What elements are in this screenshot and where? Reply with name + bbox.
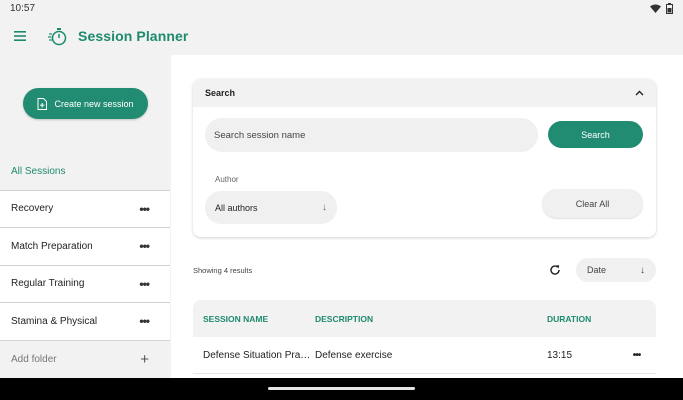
app-title: Session Planner (78, 28, 189, 44)
plus-icon: + (140, 350, 149, 368)
results-count: Showing 4 results (193, 265, 253, 275)
search-button[interactable]: Search (548, 121, 643, 148)
search-placeholder: Search session name (214, 129, 306, 141)
author-select-value: All authors (215, 202, 258, 213)
column-header-duration[interactable]: DURATION (547, 314, 617, 324)
column-header-session-name[interactable]: SESSION NAME (193, 314, 315, 324)
status-time: 10:57 (10, 3, 36, 14)
column-header-description[interactable]: DESCRIPTION (315, 314, 547, 324)
sidebar-item-label: Stamina & Physical (11, 315, 98, 327)
results-toolbar: Showing 4 results Date ↓ (193, 257, 656, 283)
clear-all-label: Clear All (575, 198, 610, 209)
chevron-up-icon[interactable] (635, 88, 644, 99)
search-panel-title: Search (205, 88, 236, 98)
description-cell: Defense exercise (315, 349, 393, 361)
arrow-down-icon: ↓ (640, 264, 645, 276)
hamburger-icon (14, 31, 26, 41)
sidebar-item-label: Match Preparation (11, 240, 93, 252)
author-label: Author (215, 175, 239, 184)
create-session-label: Create new session (54, 98, 134, 109)
sort-select-value: Date (587, 265, 607, 275)
session-name-cell: Defense Situation Practice (203, 349, 315, 361)
more-options-icon[interactable]: ••• (139, 239, 150, 253)
sort-select[interactable]: Date ↓ (576, 258, 656, 282)
table-row[interactable]: Defense Situation Practice Defense exerc… (193, 337, 656, 374)
sidebar-item-regular-training[interactable]: Regular Training ••• (0, 265, 170, 303)
app-bar: Session Planner (0, 17, 683, 55)
stopwatch-logo-icon (47, 25, 69, 47)
folder-list: All Sessions Recovery ••• Match Preparat… (0, 153, 170, 378)
wifi-icon (650, 4, 661, 13)
sessions-table: SESSION NAME DESCRIPTION DURATION Defens… (193, 300, 656, 374)
sidebar-item-label: Recovery (11, 203, 54, 215)
sidebar: Create new session All Sessions Recovery… (0, 55, 170, 378)
more-options-icon[interactable]: ••• (139, 277, 150, 291)
sidebar-item-label: Regular Training (11, 278, 85, 290)
sidebar-item-match-preparation[interactable]: Match Preparation ••• (0, 228, 170, 266)
arrow-down-icon: ↓ (322, 202, 327, 213)
search-input[interactable]: Search session name (205, 118, 538, 152)
clear-all-button[interactable]: Clear All (542, 189, 643, 218)
sidebar-item-recovery[interactable]: Recovery ••• (0, 190, 170, 228)
more-options-icon[interactable]: ••• (617, 350, 656, 361)
create-session-button[interactable]: Create new session (23, 88, 148, 119)
system-navigation-bar (0, 378, 683, 400)
sidebar-item-stamina-physical[interactable]: Stamina & Physical ••• (0, 303, 170, 341)
search-button-label: Search (581, 129, 610, 140)
more-options-icon[interactable]: ••• (139, 314, 150, 328)
duration-cell: 13:15 (547, 349, 573, 361)
author-select[interactable]: All authors ↓ (205, 191, 337, 224)
battery-icon (666, 3, 673, 14)
menu-button[interactable] (2, 18, 38, 54)
search-panel-header[interactable]: Search (193, 79, 656, 107)
main-content: Search Search session name Search Author… (171, 55, 683, 378)
new-document-icon (37, 97, 48, 110)
status-bar: 10:57 (0, 0, 683, 17)
table-header: SESSION NAME DESCRIPTION DURATION (193, 300, 656, 337)
add-folder-label: Add folder (11, 353, 57, 365)
more-options-icon[interactable]: ••• (139, 202, 150, 216)
sidebar-item-label: All Sessions (11, 165, 66, 177)
refresh-icon[interactable] (546, 261, 564, 279)
sidebar-item-all-sessions[interactable]: All Sessions (0, 153, 170, 191)
add-folder-button[interactable]: Add folder + (0, 340, 170, 378)
search-panel: Search Search session name Search Author… (193, 79, 656, 237)
home-gesture-handle[interactable] (268, 387, 415, 390)
